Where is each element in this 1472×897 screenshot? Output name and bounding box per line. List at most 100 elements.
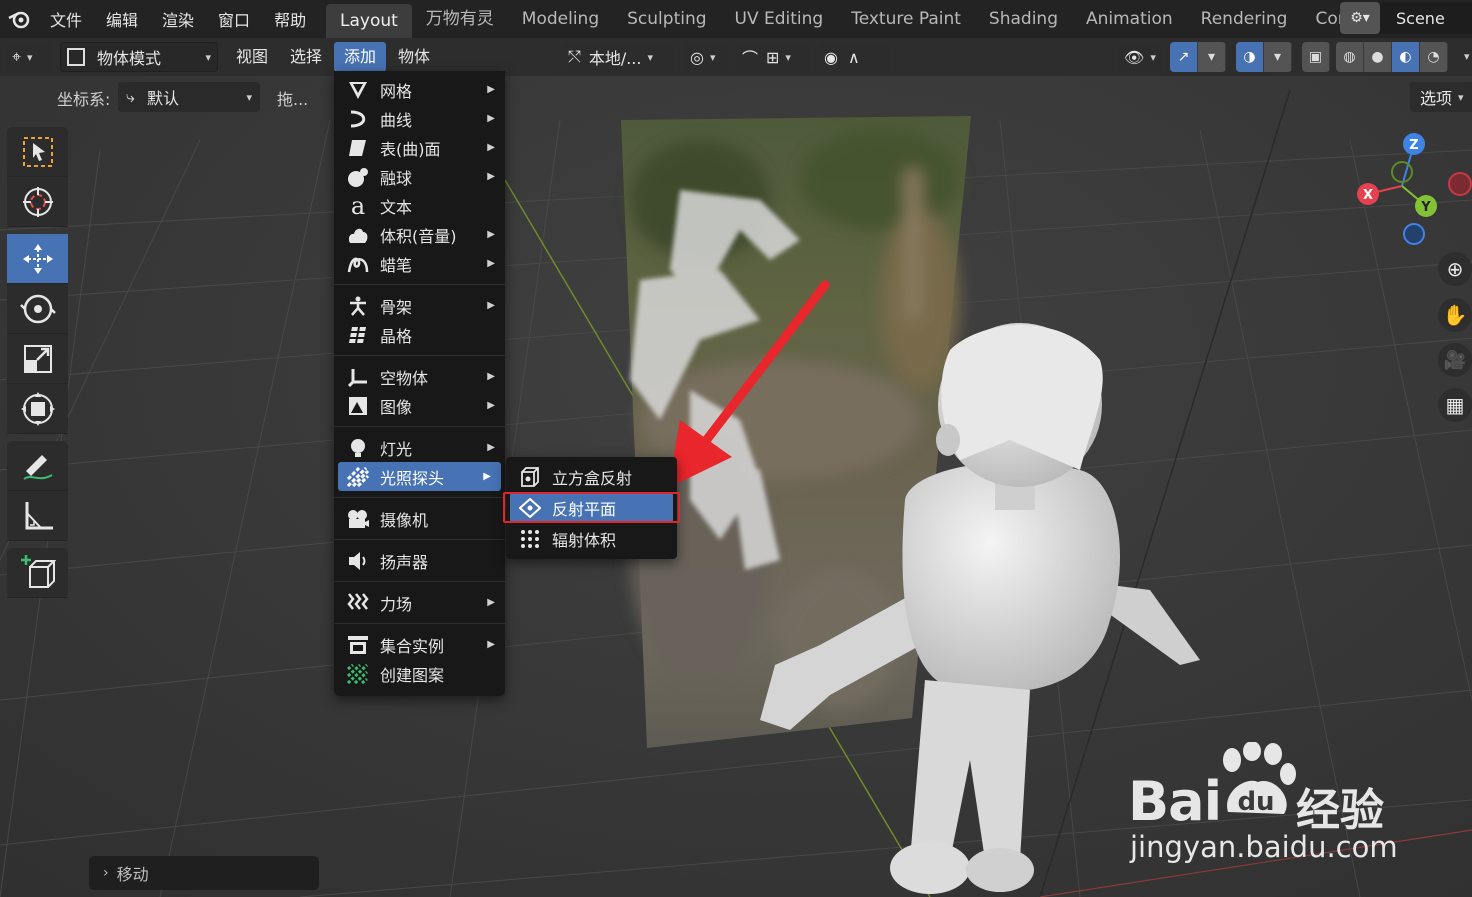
metaball-icon <box>346 166 370 188</box>
overlays-icon[interactable]: ◑ <box>1236 42 1264 72</box>
chevron-down-icon: ▾ <box>647 50 653 64</box>
mode-selector[interactable]: 物体模式 ▾ <box>60 42 218 72</box>
navigation-gizmo[interactable]: Z X Y <box>1348 128 1472 248</box>
tab-texture-paint[interactable]: Texture Paint <box>837 4 975 34</box>
visibility-dropdown[interactable]: 👁 ▾ <box>1118 42 1162 72</box>
menu-window[interactable]: 窗口 <box>206 7 262 31</box>
add-cube-tool[interactable] <box>7 548 68 598</box>
pivot-point-dropdown[interactable]: ◎ ▾ <box>684 42 728 72</box>
options-label: 选项 <box>1420 89 1453 108</box>
add-image-item[interactable]: 图像 ▶ <box>334 391 505 420</box>
options-dropdown[interactable]: 选项 ▾ <box>1410 82 1472 112</box>
tab-wanwu[interactable]: 万物有灵 <box>412 4 508 34</box>
add-force-field-item[interactable]: 力场 ▶ <box>334 588 505 617</box>
watermark-url: jingyan.baidu.com <box>1130 830 1398 864</box>
material-preview-icon[interactable]: ◐ <box>1392 42 1420 72</box>
transform-icon <box>20 391 55 426</box>
select-box-tool[interactable] <box>7 127 68 177</box>
scene-selector[interactable]: ⚙▾ Scene <box>1340 2 1472 34</box>
menu-view[interactable]: 视图 <box>226 42 278 72</box>
gizmo-icon[interactable]: ↗ <box>1170 42 1198 72</box>
chevron-down-icon[interactable]: ▾ <box>1264 42 1292 72</box>
add-create-pattern-item[interactable]: 创建图案 <box>334 659 505 688</box>
reflection-cubemap-item[interactable]: 立方盒反射 <box>506 461 677 492</box>
tab-uv-editing[interactable]: UV Editing <box>721 4 838 34</box>
tab-animation[interactable]: Animation <box>1072 4 1187 34</box>
volume-icon <box>346 224 370 246</box>
chevron-down-icon: ▾ <box>785 50 791 64</box>
tab-sculpting[interactable]: Sculpting <box>613 4 720 34</box>
chevron-right-icon: › <box>103 865 109 881</box>
toolbar-add-group <box>7 548 68 598</box>
coordinate-axes-icon: ⤷ <box>126 87 135 106</box>
tab-shading[interactable]: Shading <box>975 4 1072 34</box>
add-text-item[interactable]: a 文本 <box>334 191 505 220</box>
menu-edit[interactable]: 编辑 <box>94 7 150 31</box>
scale-tool[interactable] <box>7 334 68 384</box>
add-surface-item[interactable]: 表(曲)面 ▶ <box>334 133 505 162</box>
grid-perspective-icon: ▦ <box>1445 393 1465 417</box>
snap-toggle[interactable]: ⌒ ⊞ ▾ <box>736 42 810 72</box>
light-probe-icon <box>346 466 370 488</box>
tab-rendering[interactable]: Rendering <box>1187 4 1302 34</box>
shading-mode-group: ◍ ● ◐ ◔ <box>1336 42 1448 72</box>
blender-logo-icon[interactable] <box>0 0 38 38</box>
empty-icon <box>346 366 370 388</box>
chevron-down-icon: ▾ <box>1458 90 1464 104</box>
shading-chevron-down-icon[interactable]: ▾ <box>1464 50 1470 63</box>
add-grease-pencil-item[interactable]: 蜡笔 ▶ <box>334 249 505 278</box>
transform-orientation-dropdown[interactable]: ⤲ 本地/... ▾ <box>562 42 674 72</box>
cursor-tool[interactable] <box>7 177 68 227</box>
add-camera-item[interactable]: 摄像机 <box>334 504 505 533</box>
top-bar: 文件 编辑 渲染 窗口 帮助 Layout 万物有灵 Modeling Scul… <box>0 0 1472 38</box>
drag-label[interactable]: 拖... <box>277 86 308 110</box>
menu-select[interactable]: 选择 <box>280 42 332 72</box>
editor-type-icon: ⌖ <box>12 47 22 66</box>
move-tool[interactable] <box>7 234 68 284</box>
highlight-box <box>503 492 680 523</box>
rotate-tool[interactable] <box>7 284 68 334</box>
menu-help[interactable]: 帮助 <box>262 7 318 31</box>
wireframe-shading-icon[interactable]: ◍ <box>1336 42 1364 72</box>
add-collection-instance-item[interactable]: 集合实例 ▶ <box>334 630 505 659</box>
editor-type-button[interactable]: ⌖ ▾ <box>6 42 52 72</box>
rendered-shading-icon[interactable]: ◔ <box>1420 42 1448 72</box>
proportional-editing-toggle[interactable]: ◉ ∧ <box>818 42 890 72</box>
tab-layout[interactable]: Layout <box>326 4 412 38</box>
scene-icon[interactable]: ⚙▾ <box>1340 2 1380 34</box>
add-volume-item[interactable]: 体积(音量) ▶ <box>334 220 505 249</box>
add-mesh-item[interactable]: 网格 ▶ <box>334 75 505 104</box>
add-lattice-item[interactable]: 晶格 <box>334 320 505 349</box>
last-operator-panel[interactable]: › 移动 <box>89 856 319 890</box>
add-curve-item[interactable]: 曲线 ▶ <box>334 104 505 133</box>
xray-icon[interactable]: ▣ <box>1302 42 1330 72</box>
menu-add[interactable]: 添加 <box>334 42 387 72</box>
workspace-tabs: Layout 万物有灵 Modeling Sculpting UV Editin… <box>326 0 1390 38</box>
add-light-probe-item[interactable]: 光照探头 ▶ <box>338 462 501 491</box>
perspective-toggle-button[interactable]: ▦ <box>1438 388 1472 422</box>
measure-tool[interactable] <box>7 491 68 541</box>
falloff-icon: ∧ <box>847 47 860 67</box>
add-metaball-item[interactable]: 融球 ▶ <box>334 162 505 191</box>
zoom-button[interactable]: ⊕ <box>1438 252 1472 286</box>
solid-shading-icon[interactable]: ● <box>1364 42 1392 72</box>
mesh-icon <box>346 79 370 101</box>
create-pattern-icon <box>346 663 370 685</box>
tool-settings-bar: 坐标系: ⤷ 默认 ▾ 拖... 选项 ▾ <box>0 76 1472 116</box>
menu-render[interactable]: 渲染 <box>150 7 206 31</box>
pan-button[interactable]: ✋ <box>1438 298 1472 332</box>
add-empty-item[interactable]: 空物体 ▶ <box>334 362 505 391</box>
menu-object[interactable]: 物体 <box>388 42 440 72</box>
add-cube-icon <box>20 554 56 588</box>
annotate-tool[interactable] <box>7 441 68 491</box>
menu-file[interactable]: 文件 <box>38 7 94 31</box>
add-speaker-item[interactable]: 扬声器 <box>334 546 505 575</box>
add-light-item[interactable]: 灯光 ▶ <box>334 433 505 462</box>
add-armature-item[interactable]: 骨架 ▶ <box>334 291 505 320</box>
irradiance-volume-item[interactable]: 辐射体积 <box>506 523 677 554</box>
coordinate-system-dropdown[interactable]: ⤷ 默认 ▾ <box>118 82 260 112</box>
transform-tool[interactable] <box>7 384 68 434</box>
camera-view-button[interactable]: 🎥 <box>1438 343 1472 377</box>
tab-modeling[interactable]: Modeling <box>508 4 613 34</box>
chevron-down-icon[interactable]: ▾ <box>1198 42 1226 72</box>
